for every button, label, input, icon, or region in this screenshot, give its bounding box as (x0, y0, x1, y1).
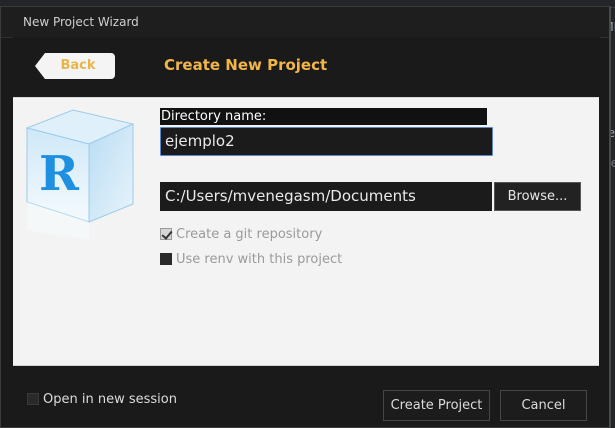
renv-label: Use renv with this project (176, 252, 343, 267)
create-project-button[interactable]: Create Project (383, 390, 490, 421)
page-title: Create New Project (164, 56, 328, 74)
dialog-titlebar[interactable]: New Project Wizard (1, 7, 609, 38)
dialog-title: New Project Wizard (23, 15, 139, 29)
wizard-header: Back Create New Project (13, 37, 600, 97)
git-repo-checkbox[interactable] (160, 227, 172, 240)
git-repo-label: Create a git repository (176, 227, 323, 242)
r-logo-icon: R (25, 109, 135, 240)
directory-name-input[interactable]: ejemplo2 (160, 127, 493, 156)
r-logo-letter: R (39, 146, 80, 202)
back-button-label: Back (60, 58, 96, 73)
wizard-content: R Directory name: ejemplo2 C:/Users/mven… (13, 97, 599, 366)
new-session-option[interactable]: Open in new session (27, 392, 177, 407)
git-repo-option[interactable]: Create a git repository (160, 227, 322, 243)
new-session-label: Open in new session (43, 392, 177, 407)
browse-button[interactable]: Browse... (494, 182, 581, 211)
back-button[interactable]: Back (35, 53, 115, 79)
new-session-checkbox[interactable] (27, 392, 39, 405)
directory-name-label: Directory name: (160, 108, 487, 125)
cancel-button[interactable]: Cancel (500, 390, 587, 421)
renv-checkbox[interactable] (160, 252, 172, 265)
parent-directory-field[interactable]: C:/Users/mvenegasm/Documents (160, 182, 492, 211)
new-project-dialog: New Project Wizard Back Create New Proje… (0, 6, 611, 428)
renv-option[interactable]: Use renv with this project (160, 252, 342, 268)
